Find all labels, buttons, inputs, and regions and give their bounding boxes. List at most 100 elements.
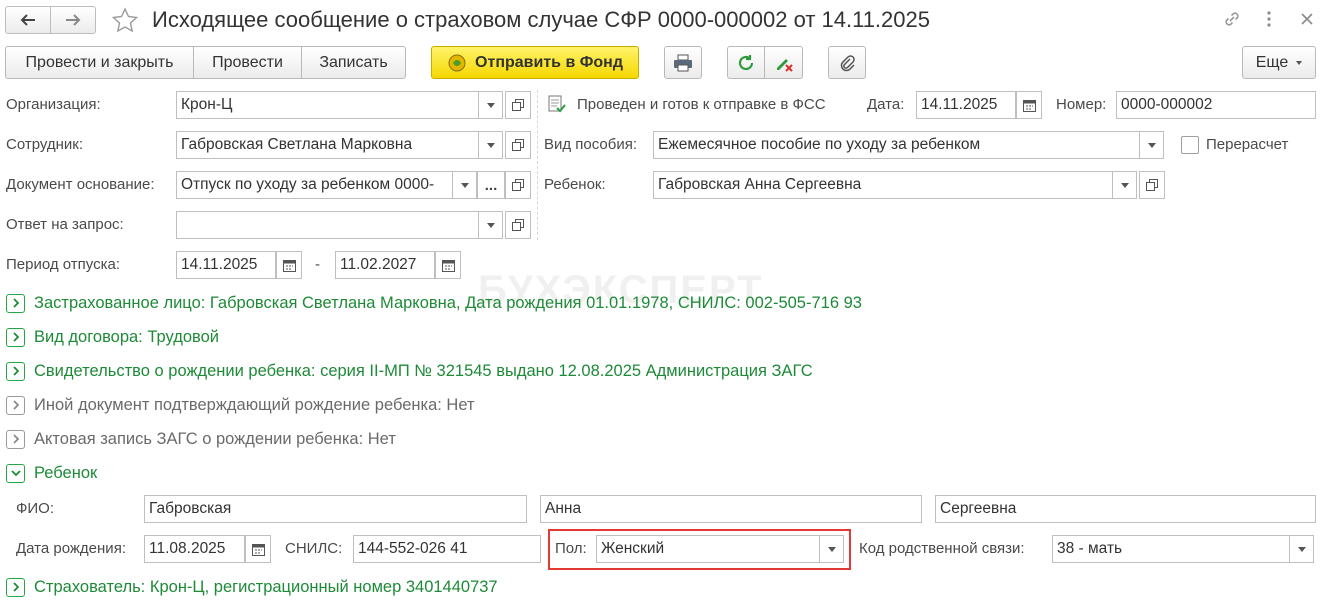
recalculation-label: Перерасчет	[1206, 136, 1289, 153]
benefit-type-field[interactable]: Ежемесячное пособие по уходу за ребенком	[653, 131, 1140, 159]
chevron-right-icon	[6, 361, 25, 381]
paperclip-icon	[840, 54, 855, 71]
chevron-down-icon	[1296, 60, 1303, 65]
reply-to-request-field[interactable]	[176, 211, 479, 239]
print-button[interactable]	[664, 46, 702, 79]
chevron-right-icon	[6, 577, 25, 597]
chevron-down-icon	[6, 463, 25, 483]
organization-open-button[interactable]	[505, 91, 531, 119]
chevron-down-icon	[1120, 182, 1129, 188]
group-insurer-label: Страхователь: Крон-Ц, регистрационный но…	[34, 577, 498, 596]
refresh-button[interactable]	[727, 46, 765, 79]
chevron-down-icon	[1297, 546, 1306, 552]
arrow-right-icon	[66, 14, 81, 26]
open-form-icon	[1146, 179, 1158, 191]
group-insured-person[interactable]: Застрахованное лицо: Габровская Светлана…	[6, 293, 862, 313]
back-button[interactable]	[5, 6, 51, 34]
period-from-field[interactable]: 14.11.2025	[176, 251, 276, 279]
post-button[interactable]: Провести	[193, 46, 302, 79]
close-icon	[1301, 13, 1313, 25]
more-button[interactable]: Еще	[1242, 46, 1316, 79]
more-vertical-button[interactable]	[1258, 8, 1280, 30]
number-field[interactable]: 0000-000002	[1116, 91, 1316, 119]
relation-code-field[interactable]: 38 - мать	[1052, 535, 1290, 563]
group-other-document[interactable]: Иной документ подтверждающий рождение ре…	[6, 395, 475, 415]
snils-label: СНИЛС:	[285, 540, 343, 557]
child-label: Ребенок:	[544, 176, 606, 193]
recalculation-checkbox[interactable]	[1181, 136, 1199, 154]
basis-document-field[interactable]: Отпуск по уходу за ребенком 0000-	[176, 171, 453, 199]
page-title: Исходящее сообщение о страховом случае С…	[152, 7, 930, 32]
send-to-fund-label: Отправить в Фонд	[475, 53, 623, 71]
reply-to-request-label: Ответ на запрос:	[6, 216, 124, 233]
chevron-right-icon	[6, 327, 25, 347]
more-label: Еще	[1255, 53, 1289, 71]
calendar-icon	[251, 543, 265, 556]
period-to-field[interactable]: 11.02.2027	[335, 251, 435, 279]
birth-date-field[interactable]: 11.08.2025	[144, 535, 245, 563]
send-fund-icon	[448, 54, 466, 71]
chevron-right-icon	[6, 429, 25, 449]
chevron-right-icon	[6, 395, 25, 415]
group-child-label: Ребенок	[34, 463, 98, 482]
basis-document-open-button[interactable]	[505, 171, 531, 199]
chevron-down-icon	[486, 102, 495, 108]
chevron-down-icon	[1147, 142, 1156, 148]
employee-field[interactable]: Габровская Светлана Марковна	[176, 131, 479, 159]
forward-button[interactable]	[50, 6, 96, 34]
child-field[interactable]: Габровская Анна Сергеевна	[653, 171, 1113, 199]
benefit-type-label: Вид пособия:	[544, 136, 638, 153]
reply-to-request-dropdown[interactable]	[479, 211, 503, 239]
child-first-name-field[interactable]: Анна	[540, 495, 922, 523]
group-child[interactable]: Ребенок	[6, 463, 97, 483]
employee-open-button[interactable]	[505, 131, 531, 159]
reply-to-request-open-button[interactable]	[505, 211, 531, 239]
status-text: Проведен и готов к отправке в ФСС	[577, 96, 826, 113]
link-button[interactable]	[1221, 8, 1243, 30]
period-to-calendar-button[interactable]	[435, 251, 461, 279]
cancel-posting-icon	[776, 58, 793, 72]
group-insurer[interactable]: Страхователь: Крон-Ц, регистрационный но…	[6, 577, 498, 597]
organization-dropdown[interactable]	[479, 91, 503, 119]
calendar-icon	[441, 259, 455, 272]
benefit-type-dropdown[interactable]	[1140, 131, 1164, 159]
group-other-document-label: Иной документ подтверждающий рождение ре…	[34, 395, 475, 414]
child-dropdown[interactable]	[1113, 171, 1137, 199]
basis-document-select-button[interactable]: ...	[477, 171, 505, 199]
group-contract-type-label: Вид договора: Трудовой	[34, 327, 219, 346]
attach-button[interactable]	[828, 46, 866, 79]
open-form-icon	[512, 139, 524, 151]
date-calendar-button[interactable]	[1016, 91, 1042, 119]
child-open-button[interactable]	[1139, 171, 1165, 199]
group-contract-type[interactable]: Вид договора: Трудовой	[6, 327, 219, 347]
period-dash: -	[315, 256, 320, 273]
group-birth-certificate[interactable]: Свидетельство о рождении ребенка: серия …	[6, 361, 813, 381]
send-to-fund-button[interactable]: Отправить в Фонд	[431, 46, 639, 79]
employee-dropdown[interactable]	[479, 131, 503, 159]
document-posted-icon	[547, 94, 567, 114]
basis-document-dropdown[interactable]	[453, 171, 477, 199]
cancel-posting-button[interactable]	[764, 46, 803, 79]
child-middle-name-field[interactable]: Сергеевна	[935, 495, 1316, 523]
refresh-icon	[738, 54, 754, 70]
relation-code-label: Код родственной связи:	[859, 540, 1025, 557]
child-last-name-field[interactable]: Габровская	[144, 495, 527, 523]
close-button[interactable]	[1296, 8, 1318, 30]
arrow-left-icon	[20, 14, 35, 26]
post-and-close-button[interactable]: Провести и закрыть	[5, 46, 194, 79]
period-from-calendar-button[interactable]	[276, 251, 302, 279]
group-birth-certificate-label: Свидетельство о рождении ребенка: серия …	[34, 361, 813, 380]
employee-label: Сотрудник:	[6, 136, 84, 153]
organization-field[interactable]: Крон-Ц	[176, 91, 479, 119]
group-act-record[interactable]: Актовая запись ЗАГС о рождении ребенка: …	[6, 429, 396, 449]
favorite-star-button[interactable]	[110, 6, 140, 34]
ellipsis-icon: ...	[484, 176, 498, 194]
save-button[interactable]: Записать	[301, 46, 406, 79]
date-field[interactable]: 14.11.2025	[916, 91, 1016, 119]
birth-date-calendar-button[interactable]	[245, 535, 271, 563]
open-form-icon	[512, 219, 524, 231]
relation-code-dropdown[interactable]	[1290, 535, 1314, 563]
snils-field[interactable]: 144-552-026 41	[353, 535, 541, 563]
calendar-icon	[1022, 99, 1036, 112]
organization-label: Организация:	[6, 96, 101, 113]
